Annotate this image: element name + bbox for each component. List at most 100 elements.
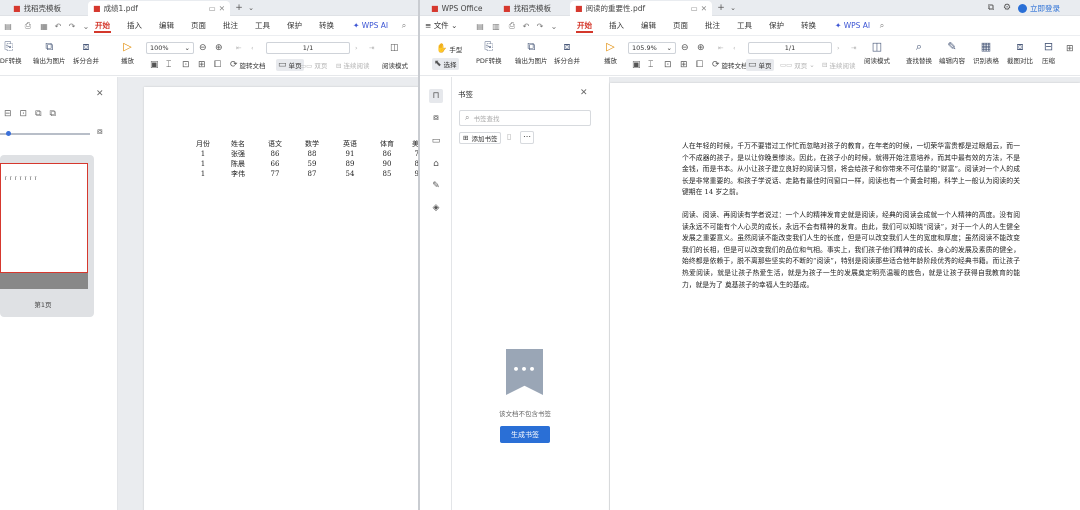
redo-icon[interactable]: ↷	[534, 19, 546, 33]
tab-template[interactable]: ■ 找稻壳模板	[8, 1, 66, 16]
recognize-table-button[interactable]: ▦ 识别表格	[973, 40, 999, 65]
undo-icon[interactable]: ↶	[520, 19, 532, 33]
export-image-button[interactable]: ⧉ 输出为图片	[515, 40, 548, 65]
edit-content-button[interactable]: ✎ 编辑内容	[939, 40, 965, 65]
next-page-button[interactable]: ›	[355, 42, 358, 54]
menu-insert[interactable]: 插入	[126, 19, 143, 33]
monitor-icon[interactable]: ▭	[691, 4, 698, 13]
add-bookmark-button[interactable]: ⊞ 添加书签	[459, 132, 502, 144]
menu-protect[interactable]: 保护	[286, 19, 303, 33]
more-icon[interactable]: ⌄	[80, 19, 92, 33]
pdf-convert-button[interactable]: ⎘PDF转换	[476, 40, 502, 65]
zoom-select[interactable]: 100% ⌄	[146, 42, 194, 54]
restore-icon[interactable]: ⧉	[984, 1, 998, 15]
delete-icon[interactable]: ▯	[507, 132, 511, 141]
menu-protect[interactable]: 保护	[768, 19, 785, 33]
more-tools-icon[interactable]: ⊞	[1066, 43, 1074, 55]
page-input[interactable]: 1/1	[748, 42, 832, 54]
export-image-button[interactable]: ⧉ 输出为图片	[33, 40, 66, 65]
monitor-icon[interactable]: ▭	[209, 4, 216, 13]
menu-edit[interactable]: 编辑	[158, 19, 175, 33]
login-link[interactable]: 立即登录	[1013, 1, 1065, 16]
select-tool-button[interactable]: ⬉ 选择	[432, 58, 459, 70]
split-merge-button[interactable]: ⧈ 拆分合并	[73, 40, 99, 65]
preview-icon[interactable]: ▦	[38, 19, 50, 33]
menu-annotate[interactable]: 批注	[222, 19, 239, 33]
zoom-select[interactable]: 105.9% ⌄	[628, 42, 676, 54]
generate-bookmark-button[interactable]: 生成书签	[500, 426, 550, 443]
layers-icon[interactable]: ◈	[429, 201, 443, 215]
fit-page-icon[interactable]: ▣	[150, 59, 159, 71]
screenshot-compare-button[interactable]: ⧈ 截图对比	[1007, 40, 1033, 65]
double-page-button[interactable]: ▭▭ 双页 ⌄	[780, 59, 815, 71]
rotate-button[interactable]: ⟳ 旋转文档	[230, 59, 266, 71]
close-panel-icon[interactable]: ✕	[580, 88, 588, 98]
thumbnail-card[interactable]: ï ï ï ï ï ï ï 第1页	[0, 155, 94, 317]
menu-start[interactable]: 开始	[576, 19, 593, 33]
bookmark-search-input[interactable]: ⌕ 书签查找	[459, 110, 591, 126]
settings-icon[interactable]: ⚙	[1000, 1, 1014, 15]
menu-wps-ai[interactable]: ✦ WPS AI	[834, 19, 871, 33]
double-page-button[interactable]: ▭▭ 双页	[300, 59, 327, 71]
save-icon[interactable]: ▥	[490, 19, 502, 33]
tab-score-pdf[interactable]: ■ 成绩1.pdf ▭ ✕	[88, 1, 230, 16]
print-icon[interactable]: ⎙	[22, 19, 34, 33]
comment-icon[interactable]: ▭	[429, 134, 443, 148]
zoom-in-button[interactable]: ⊕	[697, 42, 705, 54]
crop-icon[interactable]: ⊞	[680, 59, 688, 71]
zoom-out-button[interactable]: ⊖	[199, 42, 207, 54]
menu-page[interactable]: 页面	[190, 19, 207, 33]
continuous-button[interactable]: ⊟ 连续阅读	[822, 59, 855, 71]
menu-page[interactable]: 页面	[672, 19, 689, 33]
menu-edit[interactable]: 编辑	[640, 19, 657, 33]
split-merge-button[interactable]: ⧈ 拆分合并	[554, 40, 580, 65]
image-icon[interactable]: ⧇	[97, 127, 103, 137]
menu-tools[interactable]: 工具	[736, 19, 753, 33]
close-icon[interactable]: ✕	[219, 4, 225, 13]
search-icon[interactable]: ⌕	[398, 19, 410, 33]
single-page-button[interactable]: ▭ 单页	[746, 59, 774, 71]
menu-insert[interactable]: 插入	[608, 19, 625, 33]
play-button[interactable]: ▷ 播放	[604, 40, 617, 65]
signature-icon[interactable]: ✎	[429, 179, 443, 193]
chevron-down-icon[interactable]: ⌄	[726, 1, 740, 15]
print-icon[interactable]: ⎙	[506, 19, 518, 33]
last-page-button[interactable]: ⇥	[851, 42, 856, 54]
prev-page-button[interactable]: ‹	[733, 42, 736, 54]
first-page-button[interactable]: ⇤	[718, 42, 723, 54]
background-icon[interactable]: ⧠	[696, 59, 703, 71]
zoom-out-button[interactable]: ⊖	[681, 42, 689, 54]
thumb-size-slider[interactable]	[0, 131, 90, 136]
folder-icon[interactable]: ▤	[474, 19, 486, 33]
tab-template[interactable]: ■ 找稻壳模板	[498, 1, 556, 16]
pdf-convert-button[interactable]: ⎘PDF转换	[0, 40, 22, 65]
tab-reading-pdf[interactable]: ■ 阅读的重要性.pdf ▭ ✕	[570, 1, 712, 16]
find-replace-button[interactable]: ⌕ 查找替换	[906, 40, 932, 65]
close-panel-icon[interactable]: ✕	[96, 89, 104, 99]
last-page-button[interactable]: ⇥	[369, 42, 374, 54]
tab-wps-office[interactable]: ■ WPS Office	[426, 1, 488, 16]
menu-wps-ai[interactable]: ✦ WPS AI	[352, 19, 389, 33]
redo-icon[interactable]: ↷	[66, 19, 78, 33]
close-icon[interactable]: ✕	[701, 4, 707, 13]
menu-tools[interactable]: 工具	[254, 19, 271, 33]
prev-page-button[interactable]: ‹	[251, 42, 254, 54]
menu-convert[interactable]: 转换	[318, 19, 335, 33]
hand-tool-button[interactable]: ✋ 手型	[436, 43, 462, 55]
continuous-button[interactable]: ⊟ 连续阅读	[336, 59, 370, 71]
menu-convert[interactable]: 转换	[800, 19, 817, 33]
menu-annotate[interactable]: 批注	[704, 19, 721, 33]
search-icon[interactable]: ⌕	[876, 19, 888, 33]
actual-size-icon[interactable]: ⊡	[182, 59, 190, 71]
first-page-button[interactable]: ⇤	[236, 42, 241, 54]
thumbnail-icon[interactable]: ⧇	[429, 111, 443, 125]
actual-size-icon[interactable]: ⊡	[664, 59, 672, 71]
fit-width-icon[interactable]: ⌶	[166, 59, 171, 71]
folder-icon[interactable]: ▤	[2, 19, 14, 33]
page-input[interactable]: 1/1	[266, 42, 350, 54]
compress-button[interactable]: ⊟ 压缩	[1042, 40, 1055, 65]
thumb-toolbar[interactable]: ⊟⊡⧉⧉	[4, 109, 64, 119]
tag-icon[interactable]: ⌂	[429, 157, 443, 171]
menu-file[interactable]: ≡ 文件 ⌄	[424, 19, 458, 33]
rotate-button[interactable]: ⟳ 旋转文档	[712, 59, 748, 71]
